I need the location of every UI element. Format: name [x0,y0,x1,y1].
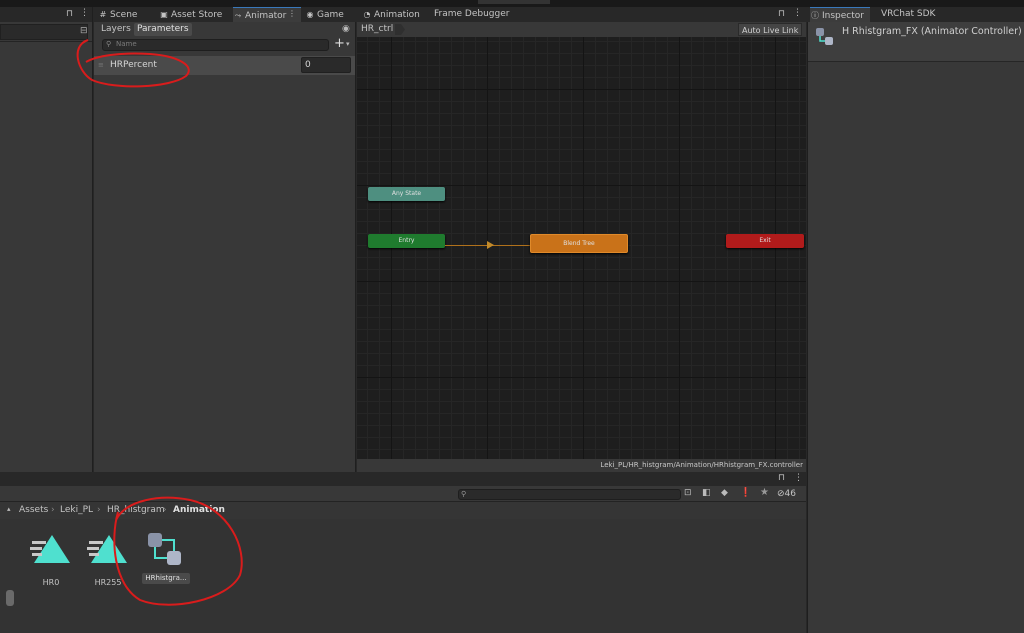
annotation-circle-parameter [76,39,190,88]
annotation-overlay [76,39,243,606]
annotation-circle-asset [113,496,243,606]
